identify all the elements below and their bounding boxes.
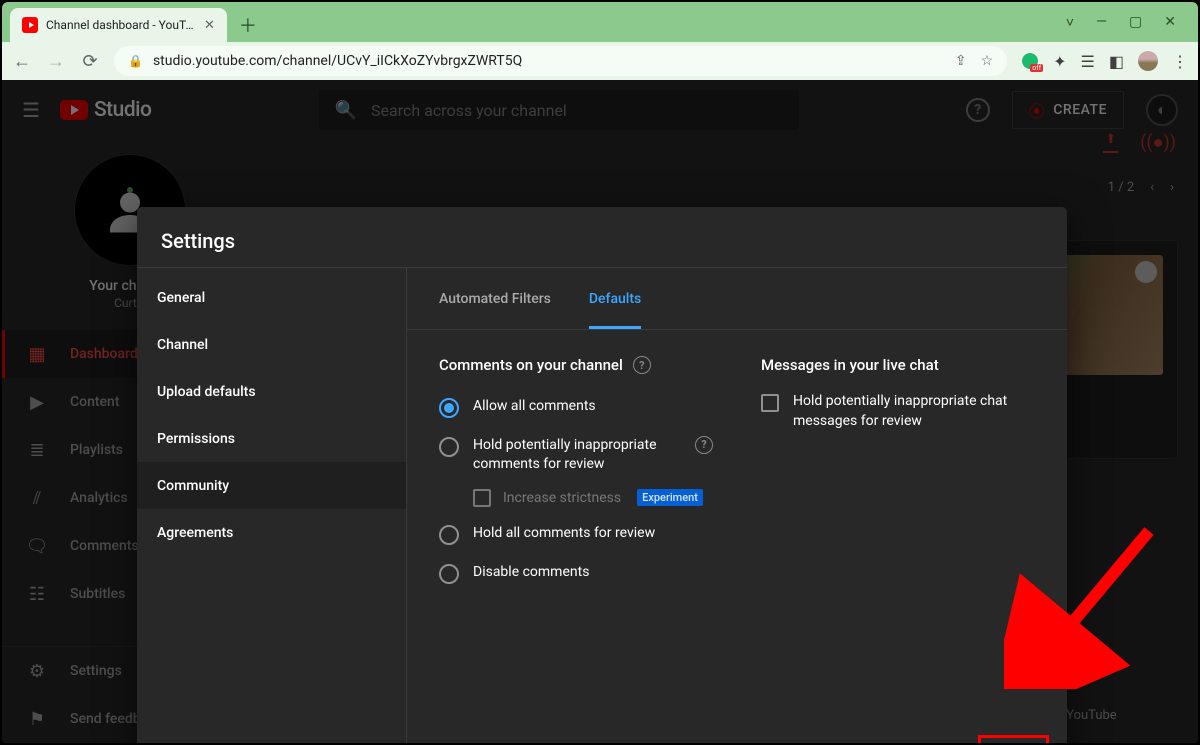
profile-avatar-icon[interactable] (1138, 51, 1158, 71)
experiment-badge: Experiment (637, 489, 703, 506)
settings-tab-general[interactable]: General (137, 274, 406, 321)
radio-disable[interactable]: Disable comments (439, 558, 713, 589)
save-button[interactable]: SAVE (990, 742, 1037, 744)
youtube-favicon (22, 17, 38, 33)
help-hint-icon[interactable]: ? (695, 436, 713, 454)
cancel-button[interactable]: CANCEL (891, 736, 970, 743)
extension-adblock-icon[interactable] (1021, 52, 1039, 70)
kebab-menu-icon[interactable]: ⋮ (1172, 52, 1188, 71)
radio-icon (439, 525, 459, 545)
window-controls: ˅ — ▢ ✕ (1066, 2, 1198, 42)
forward-icon[interactable]: → (46, 51, 66, 72)
reading-list-icon[interactable]: ☰ (1081, 52, 1095, 71)
browser-window: Channel dashboard - YouTube St ✕ ＋ ˅ — ▢… (2, 2, 1198, 743)
subtab-defaults[interactable]: Defaults (589, 268, 641, 329)
browser-tabbar: Channel dashboard - YouTube St ✕ ＋ ˅ — ▢… (2, 2, 1198, 42)
community-subtabs: Automated Filters Defaults (407, 268, 1067, 330)
subtab-automated-filters[interactable]: Automated Filters (439, 268, 551, 329)
extensions-icon[interactable]: ✦ (1053, 52, 1066, 71)
modal-title: Settings (161, 229, 1043, 253)
checkbox-icon (473, 489, 491, 507)
close-tab-icon[interactable]: ✕ (204, 18, 215, 33)
reload-icon[interactable]: ⟳ (80, 51, 100, 72)
side-panel-icon[interactable]: ◧ (1109, 52, 1124, 71)
radio-icon (439, 437, 459, 457)
checkbox-icon (761, 394, 779, 412)
save-highlight-box: SAVE (978, 735, 1049, 744)
modal-sidebar: General Channel Upload defaults Permissi… (137, 268, 407, 743)
settings-tab-upload-defaults[interactable]: Upload defaults (137, 368, 406, 415)
radio-icon (439, 398, 459, 418)
settings-tab-agreements[interactable]: Agreements (137, 509, 406, 556)
radio-hold-all[interactable]: Hold all comments for review (439, 519, 713, 550)
help-hint-icon[interactable]: ? (633, 356, 651, 374)
radio-allow-all[interactable]: Allow all comments (439, 392, 713, 423)
radio-hold-inappropriate[interactable]: Hold potentially inappropriate comments … (439, 431, 713, 479)
minimize-icon[interactable]: — (1096, 14, 1107, 30)
lock-icon: 🔒 (128, 54, 143, 68)
settings-tab-permissions[interactable]: Permissions (137, 415, 406, 462)
radio-icon (439, 564, 459, 584)
bookmark-star-icon[interactable]: ☆ (981, 53, 994, 69)
new-tab-button[interactable]: ＋ (233, 10, 263, 40)
maximize-icon[interactable]: ▢ (1129, 14, 1142, 30)
back-icon[interactable]: ← (12, 51, 32, 72)
youtube-studio-app: ☰ Studio 🔍 Search across your channel ? … (2, 80, 1198, 743)
address-bar[interactable]: 🔒 studio.youtube.com/channel/UCvY_iICkXo… (114, 46, 1007, 76)
settings-modal: Settings General Channel Upload defaults… (137, 207, 1067, 743)
livechat-column: Messages in your live chat Hold potentia… (761, 356, 1035, 699)
settings-tab-community[interactable]: Community (137, 462, 406, 509)
livechat-heading: Messages in your live chat (761, 356, 939, 374)
chevron-down-icon[interactable]: ˅ (1066, 14, 1074, 31)
tab-title: Channel dashboard - YouTube St (46, 18, 196, 32)
checkbox-increase-strictness[interactable]: Increase strictness Experiment (473, 487, 713, 511)
extension-icons: ✦ ☰ ◧ ⋮ (1021, 51, 1188, 71)
share-icon[interactable]: ⇪ (955, 53, 967, 69)
comments-heading: Comments on your channel (439, 356, 623, 374)
browser-tab[interactable]: Channel dashboard - YouTube St ✕ (10, 8, 227, 42)
url-text: studio.youtube.com/channel/UCvY_iICkXoZY… (153, 53, 522, 69)
checkbox-hold-chat-inappropriate[interactable]: Hold potentially inappropriate chat mess… (761, 392, 1035, 431)
settings-tab-channel[interactable]: Channel (137, 321, 406, 368)
modal-header: Settings (137, 207, 1067, 267)
close-window-icon[interactable]: ✕ (1164, 14, 1176, 30)
comments-column: Comments on your channel ? Allow all com… (439, 356, 713, 699)
modal-footer: CANCEL SAVE (407, 725, 1067, 743)
browser-toolbar: ← → ⟳ 🔒 studio.youtube.com/channel/UCvY_… (2, 42, 1198, 80)
